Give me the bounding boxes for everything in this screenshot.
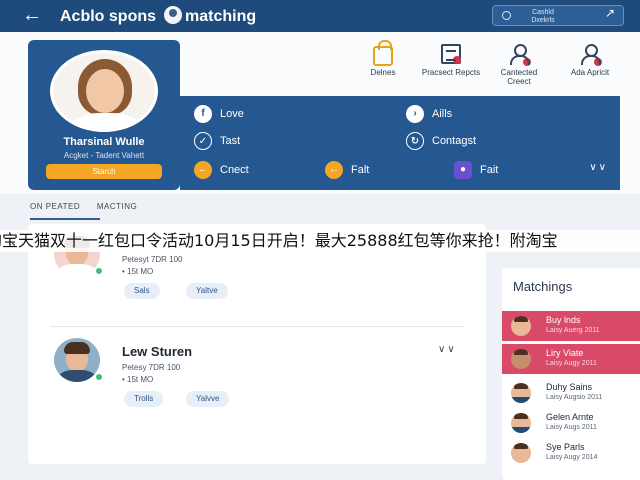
sidebar-title: Matchings	[513, 279, 573, 294]
profile-avatar	[50, 50, 158, 132]
top-action-button[interactable]: Cashld Dxekrls ↗	[492, 5, 624, 26]
sidebar-item-sub: Laisy Augy 2011	[546, 360, 597, 367]
list-item-name: Lew Sturen	[122, 344, 193, 359]
action-label: Contagst	[432, 135, 477, 147]
action-cnect[interactable]: ← Cnect	[194, 160, 249, 180]
tab-macting[interactable]: MACTING	[97, 202, 137, 211]
app-title-left: Acblo spons	[60, 8, 157, 25]
external-arrow-icon: ↗	[604, 6, 615, 20]
action-tast[interactable]: ✓ Tast	[194, 131, 240, 151]
logo-icon	[164, 6, 183, 24]
sidebar-item-name: Buy lnds	[546, 315, 581, 325]
sidebar-item-sub: Laisy Augs 2011	[546, 424, 597, 431]
user-icon	[580, 44, 602, 66]
tag-chip[interactable]: Sals	[124, 283, 160, 299]
back-arrow-icon[interactable]: ←	[22, 4, 42, 26]
avatar	[511, 383, 531, 403]
action-aills[interactable]: › Aills	[406, 104, 452, 124]
action-fait[interactable]: ● Fait	[454, 160, 498, 180]
quick-action-apricit[interactable]: Ada Apricit	[560, 44, 620, 77]
chevron-down-icon[interactable]: ∨∨	[589, 162, 608, 173]
tag-chip[interactable]: Yalvve	[186, 391, 230, 407]
top-bar: ← Acblo spons matching Cashld Dxekrls ↗	[0, 0, 640, 32]
sidebar-item-name: Liry Viate	[546, 348, 584, 358]
refresh-icon: ↻	[406, 132, 424, 150]
sidebar-item-sub: Laisy Augy 2014	[546, 454, 598, 461]
matchings-sidebar: Matchings Buy lnds Laisy Auerg 2011 Liry…	[502, 268, 640, 480]
user-icon	[509, 44, 531, 66]
online-indicator	[94, 372, 104, 382]
list-item-meta: • 15t MO	[122, 267, 154, 276]
chevron-down-icon[interactable]: ∨∨	[438, 344, 457, 355]
arrow-left-icon: ←	[194, 161, 212, 179]
action-label: Falt	[351, 164, 370, 176]
app-title-right: matching	[185, 8, 257, 25]
promo-banner-text: 淘宝天猫双十一红包口令活动10月15日开启！最大25888红包等你来抢！附淘宝	[0, 231, 558, 250]
action-label: Cnect	[220, 164, 249, 176]
list-item-meta: Petesyt 7DR 100	[122, 255, 183, 264]
sidebar-item[interactable]: Sye Parls Laisy Augy 2014	[502, 438, 640, 468]
arrow-left-icon: ←	[325, 161, 343, 179]
actions-panel: f Love ✓ Tast ← Cnect › Aills ↻ Contagst…	[180, 96, 620, 190]
tab-active-indicator	[30, 218, 100, 220]
quick-action-projects[interactable]: Pracsect Repcts	[421, 44, 481, 77]
profile-subtitle: Acgket - Tadent Vahett	[63, 151, 145, 160]
quick-action-delnes[interactable]: Delnes	[353, 40, 413, 77]
promo-banner[interactable]: 淘宝天猫双十一红包口令活动10月15日开启！最大25888红包等你来抢！附淘宝	[0, 230, 640, 252]
action-label: Aills	[432, 108, 453, 120]
sidebar-item-name: Sye Parls	[546, 442, 585, 452]
lock-icon	[373, 40, 393, 66]
profile-name: Tharsinal Wulle	[63, 136, 145, 148]
avatar	[511, 349, 531, 369]
action-label: Love	[220, 108, 244, 120]
avatar	[511, 316, 531, 336]
sidebar-item-name: Duhy Sains	[546, 382, 593, 392]
action-label: Tast	[220, 135, 241, 147]
avatar	[511, 443, 531, 463]
action-love[interactable]: f Love	[194, 104, 244, 124]
sidebar-item-sub: Laisy Augsio 2011	[546, 394, 603, 401]
list-item-meta: • 15t MO	[122, 375, 154, 384]
tab-on-peated[interactable]: ON PEATED	[30, 202, 80, 211]
circle-icon	[502, 11, 511, 20]
sidebar-item[interactable]: Liry Viate Laisy Augy 2011	[502, 344, 640, 374]
quick-action-label: Ada Apricit	[570, 68, 610, 77]
quick-action-label: Cantected Creect	[500, 68, 538, 86]
sidebar-item-sub: Laisy Auerg 2011	[546, 327, 600, 334]
document-icon	[441, 44, 461, 64]
tag-chip[interactable]: Trolls	[124, 391, 164, 407]
sidebar-item[interactable]: Duhy Sains Laisy Augsio 2011	[502, 378, 640, 408]
arrow-right-icon: ›	[406, 105, 424, 123]
tab-bar: ON PEATED MACTING	[30, 202, 151, 211]
sidebar-item[interactable]: Buy lnds Laisy Auerg 2011	[502, 311, 640, 341]
profile-search-button[interactable]: Starch	[46, 164, 162, 179]
online-indicator	[94, 266, 104, 276]
profile-card: Tharsinal Wulle Acgket - Tadent Vahett S…	[28, 40, 180, 190]
app-title: Acblo spons matching	[60, 6, 256, 26]
quick-action-connected[interactable]: Cantected Creect	[489, 44, 549, 86]
sidebar-item-name: Gelen Arnte	[546, 412, 594, 422]
divider	[50, 326, 464, 327]
tag-chip[interactable]: Yaltve	[186, 283, 228, 299]
chat-icon: ●	[454, 161, 472, 179]
matches-list: Petesyt 7DR 100 • 15t MO Sals Yaltve Lew…	[28, 224, 486, 464]
quick-action-label: Pracsect Repcts	[421, 68, 481, 77]
top-action-label: Cashld Dxekrls	[531, 9, 555, 24]
action-falt[interactable]: ← Falt	[325, 160, 369, 180]
quick-action-label: Delnes	[370, 68, 396, 77]
action-label: Fait	[480, 164, 499, 176]
sidebar-item[interactable]: Gelen Arnte Laisy Augs 2011	[502, 408, 640, 438]
list-item-meta: Petesy 7DR 100	[122, 363, 181, 372]
action-contagst[interactable]: ↻ Contagst	[406, 131, 476, 151]
facebook-icon: f	[194, 105, 212, 123]
check-icon: ✓	[194, 132, 212, 150]
avatar	[511, 413, 531, 433]
